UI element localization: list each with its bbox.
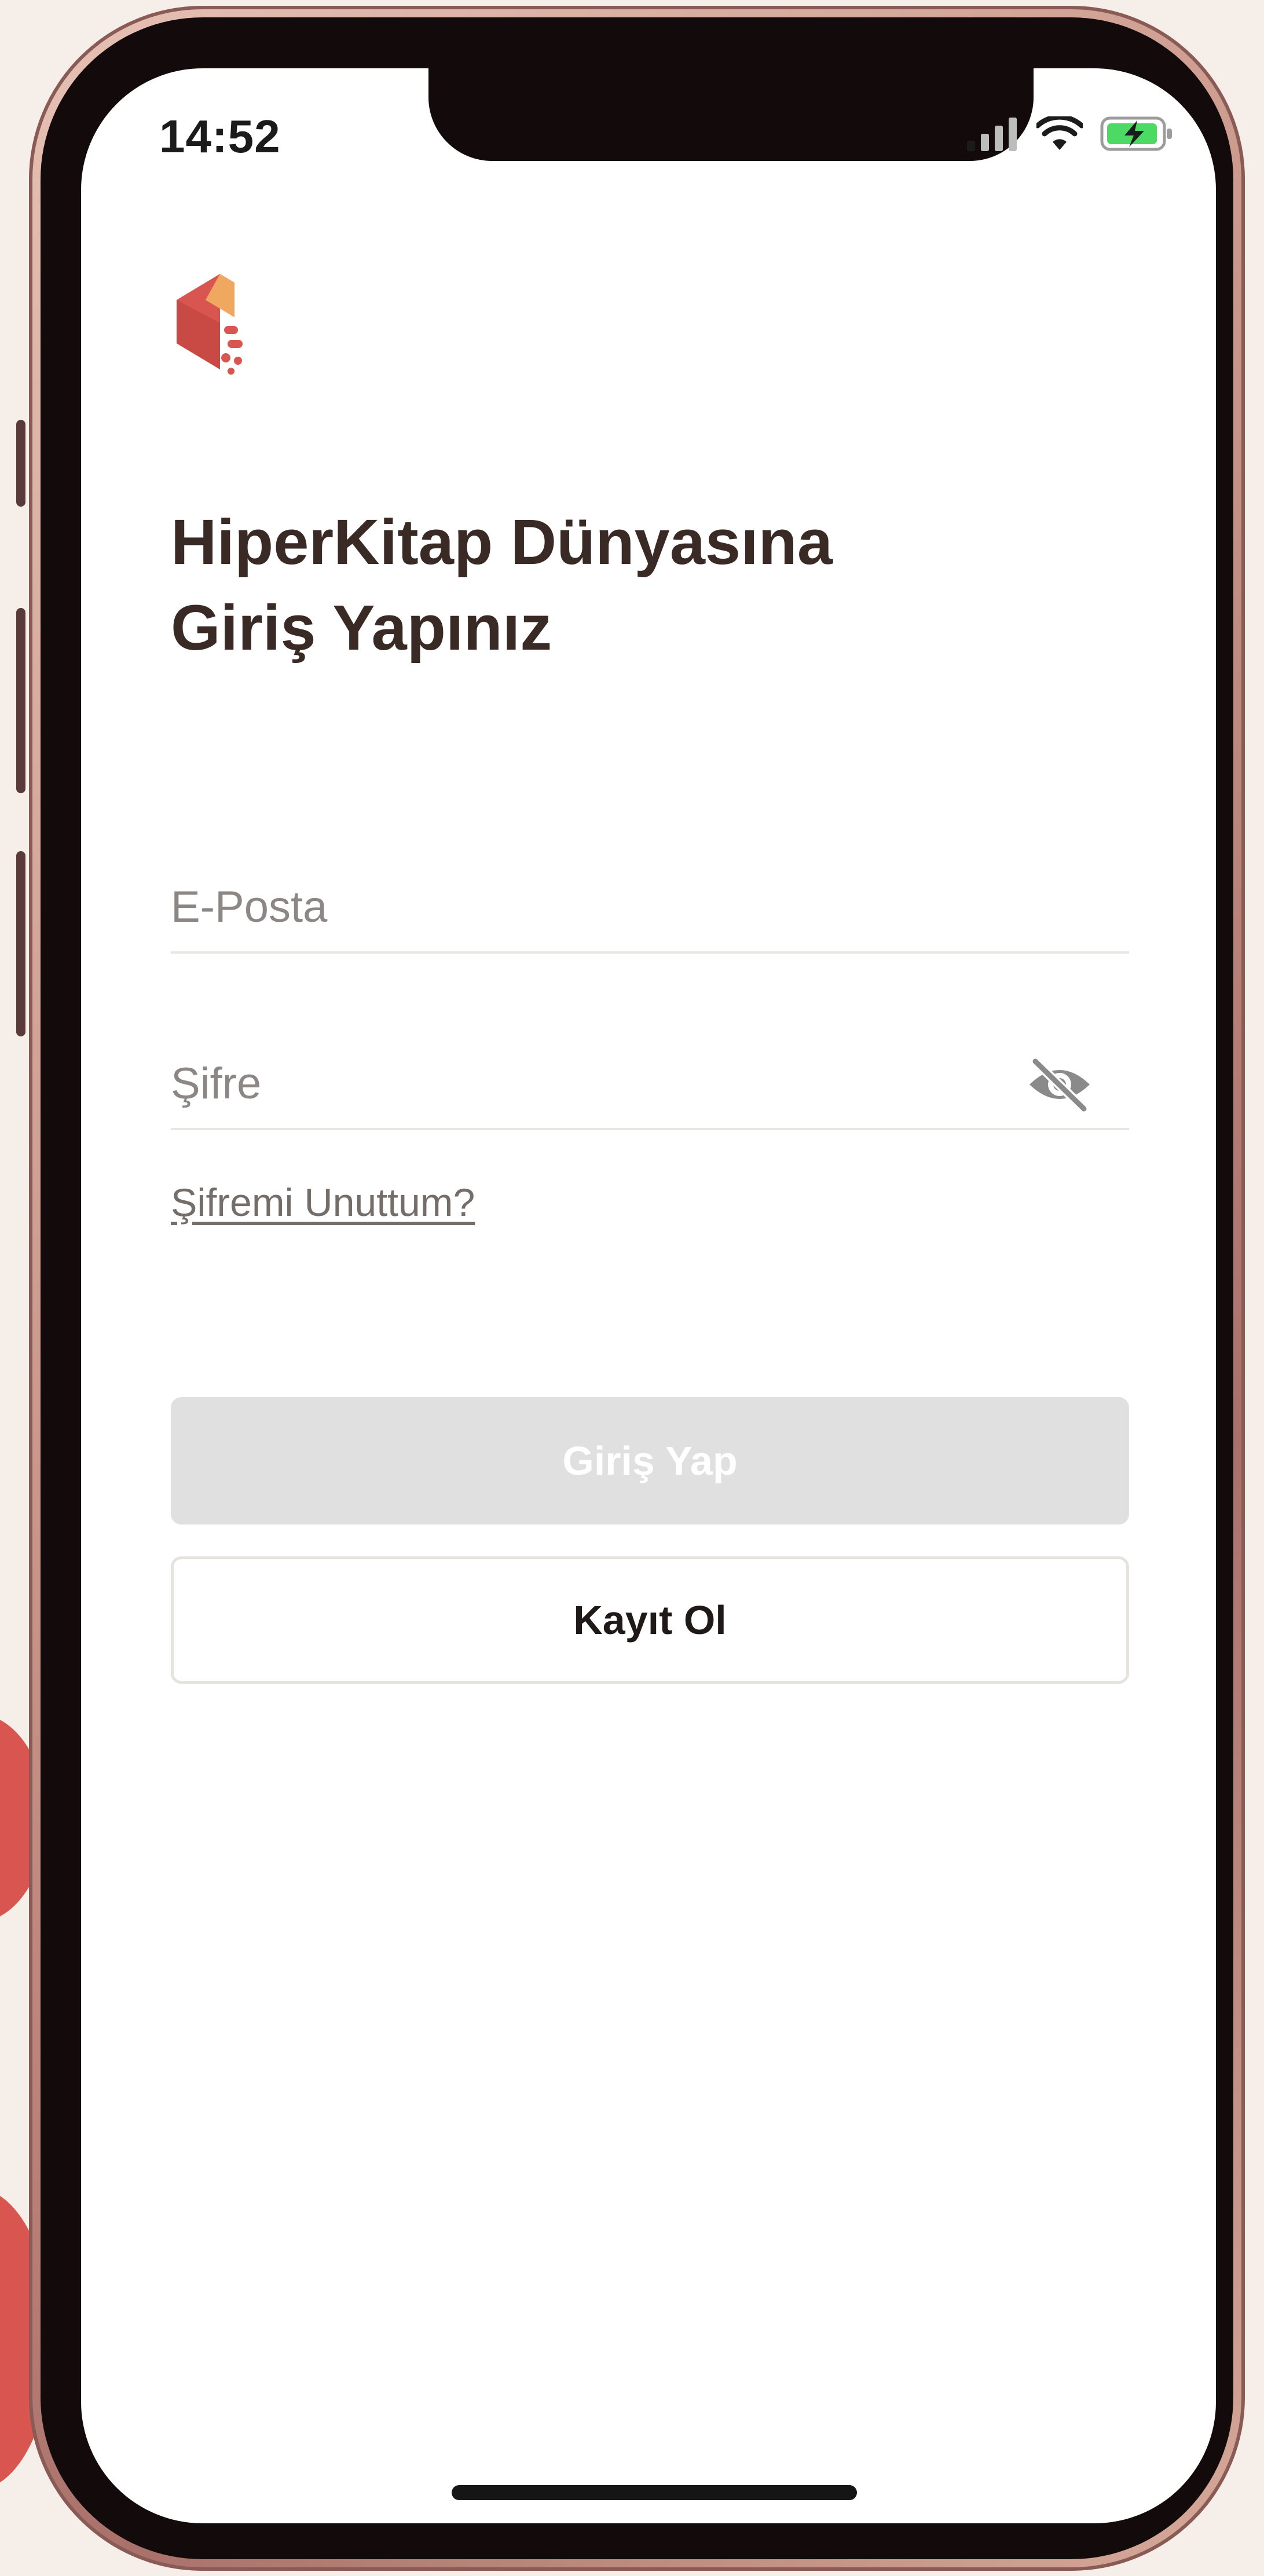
status-icons [967,113,1175,154]
forgot-password-link[interactable]: Şifremi Unuttum? [171,1180,475,1225]
register-button[interactable]: Kayıt Ol [171,1556,1129,1684]
email-field[interactable]: E-Posta [171,847,1129,954]
cellular-signal-icon [967,118,1017,151]
phone-side-button [16,420,25,507]
password-placeholder: Şifre [171,1059,262,1108]
page-title: HiperKitap Dünyasına Giriş Yapınız [171,500,1097,671]
phone-notch [428,68,1034,161]
phone-side-button [16,608,25,793]
hiperkitap-logo-icon [177,274,243,375]
login-button[interactable]: Giriş Yap [171,1397,1129,1525]
title-line-1: HiperKitap Dünyasına [171,507,833,578]
title-line-2: Giriş Yapınız [171,592,552,664]
eye-slash-icon[interactable] [1025,1056,1094,1113]
password-field[interactable]: Şifre [171,1024,1129,1130]
phone-side-button [16,851,25,1036]
wifi-icon [1036,116,1083,150]
page: 14:52 HiperKitap Dünyasına Giriş Yapınız… [0,0,1264,2576]
battery-charging-icon [1100,116,1172,151]
status-time: 14:52 [159,111,281,162]
email-placeholder: E-Posta [171,882,328,932]
phone-screen: 14:52 HiperKitap Dünyasına Giriş Yapınız… [81,68,1216,2523]
home-indicator [452,2485,857,2500]
